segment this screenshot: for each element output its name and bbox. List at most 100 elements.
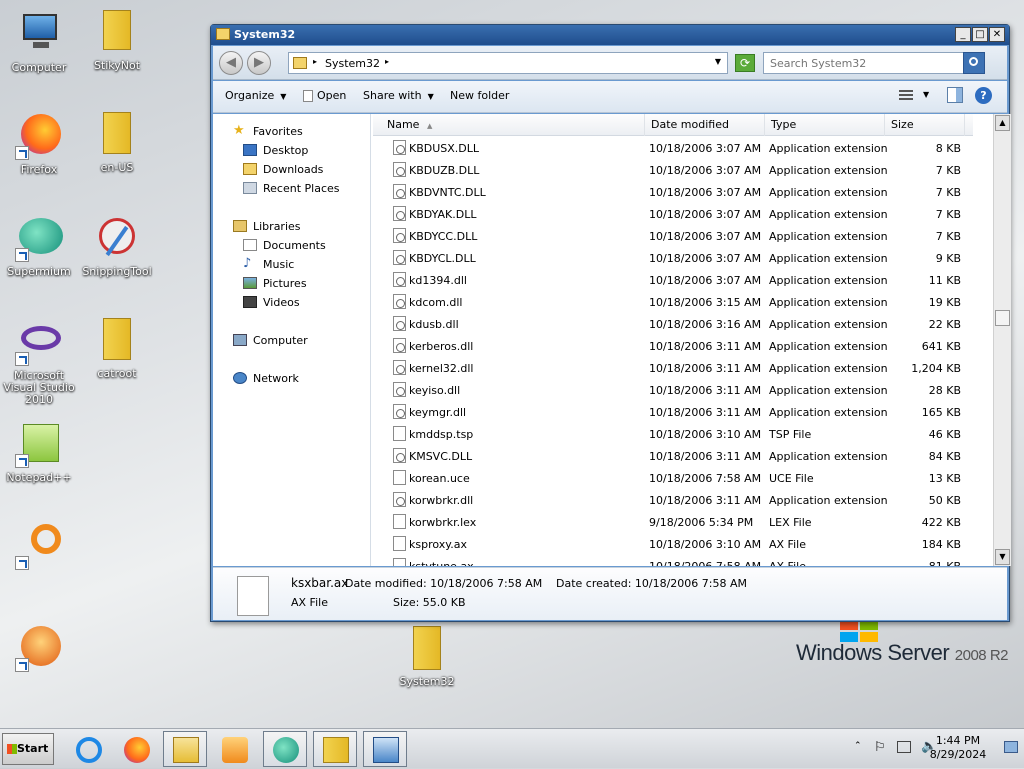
chevron-down-icon[interactable]: ▼ <box>715 57 721 66</box>
show-hidden-icons-icon[interactable]: ⌃ <box>854 741 862 751</box>
explorer-window[interactable]: System32 _ □ ✕ ◀ ▶ ▸ System32 ▸ ▼ ⟳ Orga… <box>210 24 1011 622</box>
column-date-modified[interactable]: Date modified <box>645 114 765 136</box>
column-label: Size <box>891 118 914 131</box>
network-tray-icon[interactable] <box>897 741 911 753</box>
system-clock[interactable]: 1:44 PM 8/29/2024 <box>918 734 998 762</box>
scroll-thumb[interactable] <box>995 310 1010 326</box>
desktop-icon-firefox[interactable]: Firefox <box>0 112 78 176</box>
desktop-icon-computer[interactable]: Computer <box>0 10 78 74</box>
nav-favorites[interactable]: ★ Favorites <box>233 123 303 138</box>
nav-downloads[interactable]: Downloads <box>243 163 323 176</box>
vertical-scrollbar[interactable]: ▲ ▼ <box>993 114 1011 566</box>
refresh-button[interactable]: ⟳ <box>735 54 755 72</box>
show-desktop-button[interactable] <box>1004 741 1018 753</box>
forward-button[interactable]: ▶ <box>247 51 271 75</box>
back-button[interactable]: ◀ <box>219 51 243 75</box>
desktop-icon-supermium[interactable]: Supermium <box>0 214 78 278</box>
desktop-icon-catroot[interactable]: catroot <box>78 316 156 380</box>
nav-desktop[interactable]: Desktop <box>243 144 308 157</box>
minimize-button[interactable]: _ <box>955 27 971 42</box>
table-row[interactable]: kdusb.dll 10/18/2006 3:16 AM Application e… <box>373 313 973 335</box>
address-path[interactable]: System32 <box>325 57 380 70</box>
file-type: Application extension <box>769 494 888 507</box>
nav-videos[interactable]: Videos <box>243 296 300 309</box>
table-row[interactable]: kernel32.dll 10/18/2006 3:11 AM Applicatio… <box>373 357 973 379</box>
table-row[interactable]: KBDVNTC.DLL 10/18/2006 3:07 AM Application… <box>373 181 973 203</box>
table-row[interactable]: keymgr.dll 10/18/2006 3:11 AM Application … <box>373 401 973 423</box>
column-type[interactable]: Type <box>765 114 885 136</box>
scroll-up-button[interactable]: ▲ <box>995 115 1010 131</box>
new-folder-button[interactable]: New folder <box>450 89 509 102</box>
table-row[interactable]: kmddsp.tsp 10/18/2006 3:10 AM TSP File 46 K… <box>373 423 973 445</box>
nav-libraries[interactable]: Libraries <box>233 220 301 233</box>
table-row[interactable]: kdcom.dll 10/18/2006 3:15 AM Application e… <box>373 291 973 313</box>
search-input[interactable] <box>770 57 960 70</box>
nav-computer[interactable]: Computer <box>233 334 308 347</box>
file-list[interactable]: Name ▲ Date modified Type Size KBDUSX.DL… <box>373 114 993 566</box>
search-box[interactable] <box>763 52 985 74</box>
table-row[interactable]: ksproxy.ax 10/18/2006 3:10 AM AX File 184 K… <box>373 533 973 555</box>
table-row[interactable]: KBDYCL.DLL 10/18/2006 3:07 AM Application … <box>373 247 973 269</box>
taskbar-firefox[interactable] <box>114 731 158 767</box>
table-row[interactable]: kstvtune.ax 10/18/2006 7:58 AM AX File 81 K… <box>373 555 973 566</box>
table-row[interactable]: KBDYAK.DLL 10/18/2006 3:07 AM Application … <box>373 203 973 225</box>
column-name[interactable]: Name ▲ <box>373 114 645 136</box>
title-bar[interactable]: System32 _ □ ✕ <box>211 25 1009 45</box>
table-row[interactable]: korwbrkr.dll 10/18/2006 3:11 AM Applicatio… <box>373 489 973 511</box>
search-icon[interactable] <box>963 52 985 74</box>
desktop-icon-snippingtool[interactable]: SnippingTool <box>78 214 156 278</box>
close-button[interactable]: ✕ <box>989 27 1005 42</box>
taskbar-supermium[interactable] <box>263 731 307 767</box>
taskbar-media-player[interactable] <box>212 731 256 767</box>
star-icon: ★ <box>233 123 245 138</box>
taskbar-explorer[interactable] <box>163 731 207 767</box>
file-name: KBDYAK.DLL <box>409 208 477 221</box>
organize-button[interactable]: Organize ▼ <box>225 89 286 102</box>
help-icon[interactable]: ? <box>975 87 992 104</box>
column-size[interactable]: Size <box>885 114 965 136</box>
chevron-down-icon[interactable]: ▼ <box>923 90 929 99</box>
table-row[interactable]: KBDUSX.DLL 10/18/2006 3:07 AM Application … <box>373 137 973 159</box>
maximize-button[interactable]: □ <box>972 27 988 42</box>
desktop-icon-notepadpp[interactable]: Notepad++ <box>0 420 78 484</box>
nav-music[interactable]: ♪ Music <box>243 256 295 271</box>
desktop-icon-stikynot[interactable]: StikyNot <box>78 8 156 72</box>
table-row[interactable]: KMSVC.DLL 10/18/2006 3:11 AM Application e… <box>373 445 973 467</box>
desktop-icon-archive-app[interactable] <box>0 624 78 676</box>
chevron-right-icon[interactable]: ▸ <box>385 57 389 66</box>
nav-documents[interactable]: Documents <box>243 239 326 252</box>
taskbar-stikynot[interactable] <box>313 731 357 767</box>
desktop-icon-orange-app[interactable] <box>0 522 78 574</box>
table-row[interactable]: korwbrkr.lex 9/18/2006 5:34 PM LEX File 422… <box>373 511 973 533</box>
nav-pictures[interactable]: Pictures <box>243 277 307 290</box>
computer-icon <box>15 10 63 58</box>
table-row[interactable]: KBDUZB.DLL 10/18/2006 3:07 AM Application … <box>373 159 973 181</box>
taskbar: Start ⌃ ⚐ 🔈 1:44 PM 8/29/2024 <box>0 728 1024 768</box>
folder-icon <box>93 110 141 158</box>
share-with-button[interactable]: Share with ▼ <box>363 89 434 102</box>
table-row[interactable]: keyiso.dll 10/18/2006 3:11 AM Application … <box>373 379 973 401</box>
nav-recent-places[interactable]: Recent Places <box>243 182 340 195</box>
action-center-flag-icon[interactable]: ⚐ <box>874 740 886 755</box>
scroll-down-button[interactable]: ▼ <box>995 549 1010 565</box>
navigation-pane[interactable]: ★ Favorites Desktop Downloads Recent Pla… <box>213 114 371 566</box>
taskbar-remote-app[interactable] <box>363 731 407 767</box>
start-button[interactable]: Start <box>2 733 54 765</box>
table-row[interactable]: korean.uce 10/18/2006 7:58 AM UCE File 13 K… <box>373 467 973 489</box>
nav-label: Music <box>263 258 295 271</box>
preview-pane-icon[interactable] <box>947 87 963 103</box>
address-bar[interactable]: ▸ System32 ▸ ▼ <box>288 52 728 74</box>
table-row[interactable]: KBDYCC.DLL 10/18/2006 3:07 AM Application … <box>373 225 973 247</box>
desktop-icon-label: Firefox <box>20 163 58 176</box>
table-row[interactable]: kd1394.dll 10/18/2006 3:07 AM Application … <box>373 269 973 291</box>
desktop-icon-system32[interactable]: System32 <box>388 624 466 688</box>
desktop-icon-visual-studio[interactable]: Microsoft Visual Studio 2010 <box>0 318 78 406</box>
nav-label: Documents <box>263 239 326 252</box>
desktop-icon-en-us[interactable]: en-US <box>78 110 156 174</box>
nav-network[interactable]: Network <box>233 372 299 385</box>
table-row[interactable]: kerberos.dll 10/18/2006 3:11 AM Applicatio… <box>373 335 973 357</box>
file-size: 1,204 KB <box>911 362 961 375</box>
view-options-icon[interactable] <box>897 87 915 103</box>
open-button[interactable]: Open <box>303 89 346 102</box>
taskbar-internet-explorer[interactable] <box>66 731 110 767</box>
